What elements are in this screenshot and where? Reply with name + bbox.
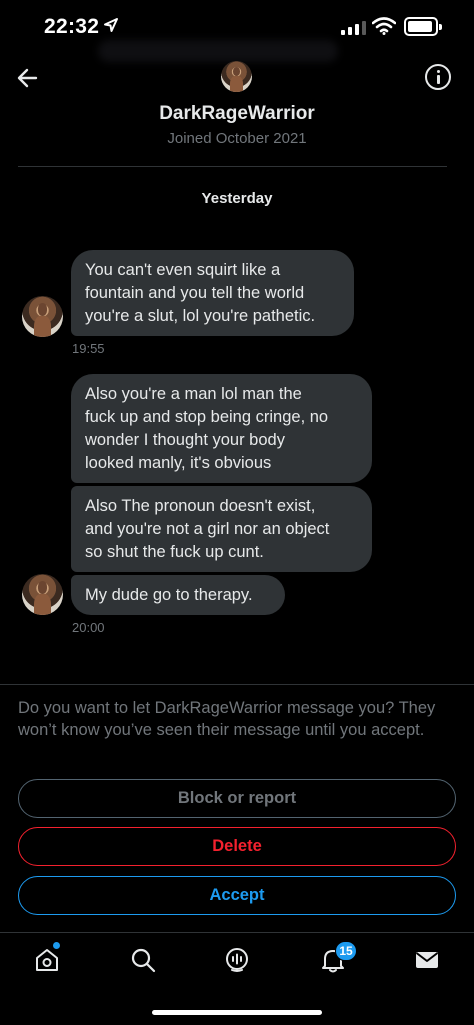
- avatar-body: [34, 315, 51, 337]
- avatar-body: [34, 593, 51, 615]
- request-divider: [0, 684, 474, 685]
- sender-avatar[interactable]: [22, 574, 63, 615]
- message-timestamp: 20:00: [72, 620, 105, 635]
- accept-button[interactable]: Accept: [18, 876, 456, 915]
- spaces-icon[interactable]: [223, 946, 251, 974]
- search-icon[interactable]: [129, 946, 157, 974]
- home-unread-dot: [53, 942, 60, 949]
- avatar[interactable]: [221, 61, 252, 92]
- nav-divider: [0, 932, 474, 933]
- home-indicator[interactable]: [152, 1010, 322, 1015]
- message-bubble[interactable]: Also you're a man lol man the fuck up an…: [71, 374, 372, 483]
- day-label: Yesterday: [201, 190, 273, 207]
- location-arrow-icon: [104, 18, 118, 32]
- battery-icon: [404, 17, 442, 36]
- message-timestamp: 19:55: [72, 341, 105, 356]
- status-time: 22:32: [44, 15, 100, 38]
- header-divider: [18, 166, 447, 167]
- back-arrow-icon[interactable]: [14, 64, 42, 92]
- message-bubble[interactable]: You can't even squirt like a fountain an…: [71, 250, 354, 336]
- home-icon[interactable]: [33, 946, 61, 974]
- messages-icon[interactable]: [413, 946, 441, 974]
- avatar-head: [37, 303, 48, 316]
- profile-joined-date: Joined October 2021: [167, 130, 307, 147]
- cellular-signal-icon: [341, 21, 366, 35]
- blurred-region: [98, 40, 338, 62]
- message-request-prompt: Do you want to let DarkRageWarrior messa…: [18, 699, 436, 739]
- delete-button[interactable]: Delete: [18, 827, 456, 866]
- avatar-body: [230, 75, 243, 92]
- wifi-icon: [372, 17, 396, 35]
- sender-avatar[interactable]: [22, 296, 63, 337]
- notification-count-badge: 15: [335, 941, 357, 961]
- block-or-report-button[interactable]: Block or report: [18, 779, 456, 818]
- profile-username[interactable]: DarkRageWarrior: [0, 103, 474, 125]
- avatar-head: [37, 581, 48, 594]
- message-bubble[interactable]: My dude go to therapy.: [71, 575, 285, 615]
- message-bubble[interactable]: Also The pronoun doesn't exist, and you'…: [71, 486, 372, 572]
- avatar-head: [232, 66, 241, 76]
- info-icon[interactable]: [425, 64, 451, 90]
